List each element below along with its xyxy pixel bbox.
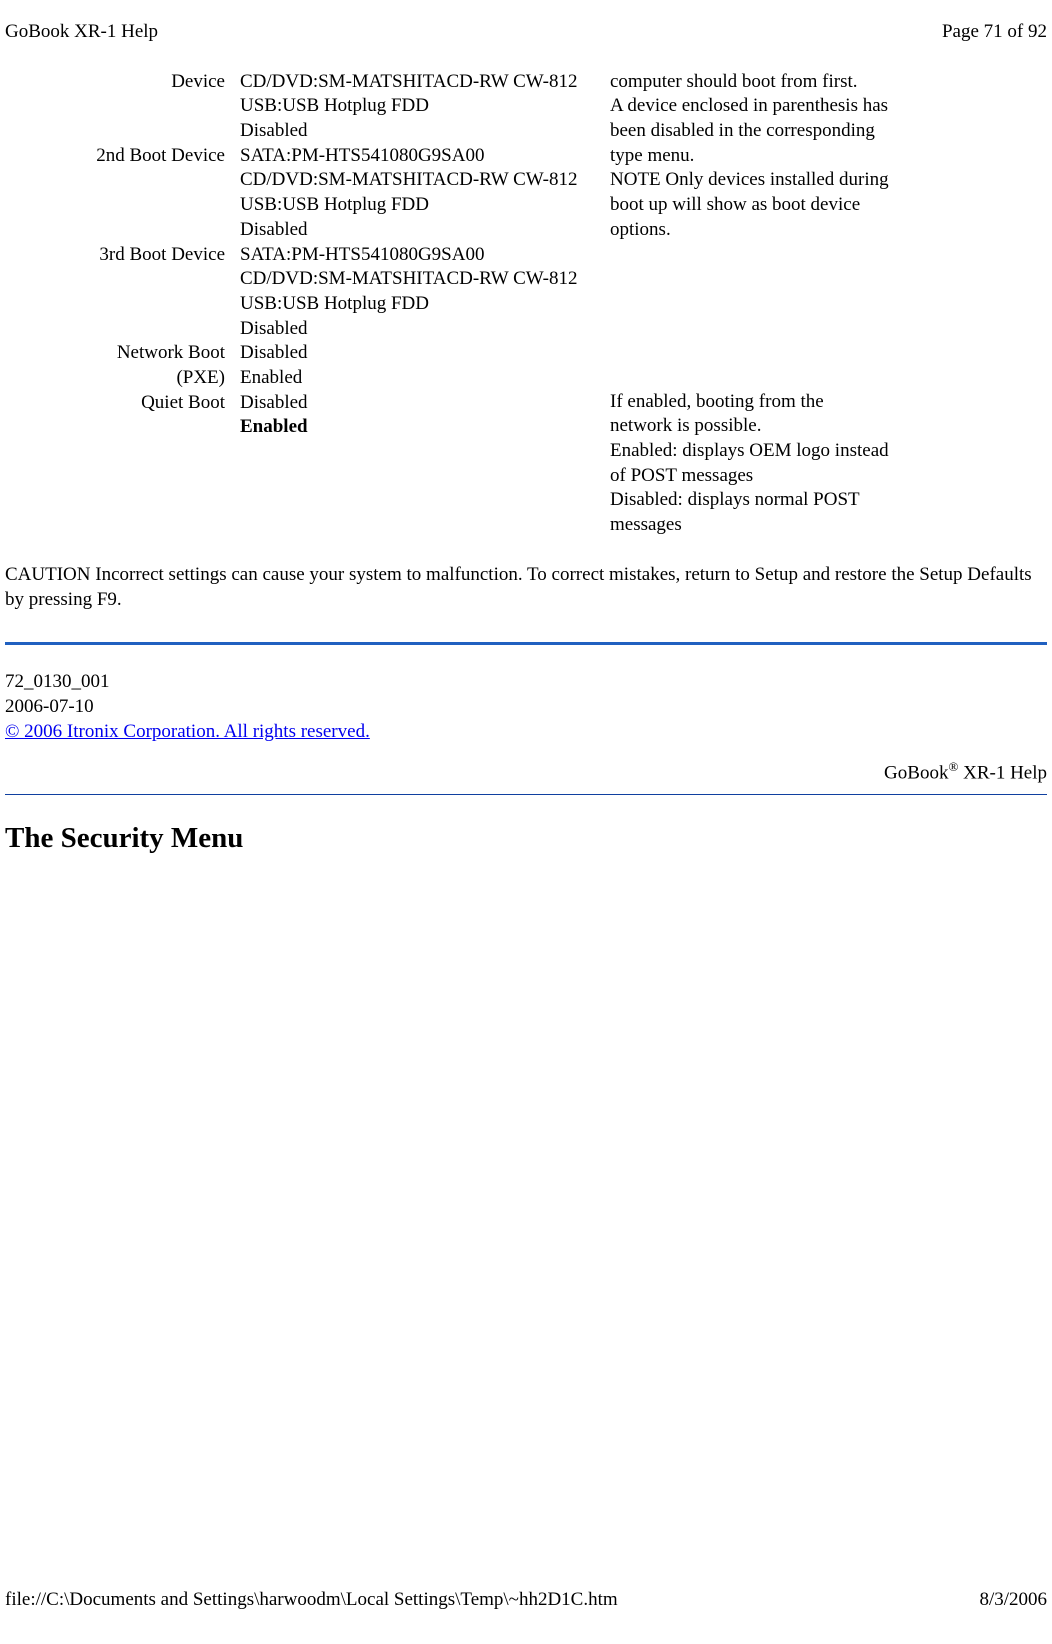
boot-right-0: computer should boot from first. A devic… [610, 70, 890, 390]
boot-row-label-4: Quiet Boot [80, 391, 240, 440]
divider-thin [5, 794, 1047, 795]
brand-suffix: XR-1 Help [958, 763, 1047, 784]
boot-row-label-1: 2nd Boot Device [80, 144, 240, 243]
header-left: GoBook XR-1 Help [5, 20, 158, 45]
boot-row-label-0: Device [80, 70, 240, 144]
divider-thick [5, 642, 1047, 645]
doc-part-number: 72_0130_001 [5, 670, 1047, 695]
boot-row-options-4a: Disabled [240, 392, 308, 413]
brand-prefix: GoBook [884, 763, 948, 784]
brand-reg: ® [948, 759, 958, 774]
header-right: Page 71 of 92 [942, 20, 1047, 45]
section-header: The Security Menu [5, 820, 1047, 858]
boot-row-label-3: Network Boot (PXE) [80, 341, 240, 390]
brand-label: GoBook® XR-1 Help [5, 759, 1047, 786]
footer-left: file://C:\Documents and Settings\harwood… [5, 1588, 618, 1613]
boot-row-options-1: SATA:PM-HTS541080G9SA00 CD/DVD:SM-MATSHI… [240, 144, 590, 243]
boot-row-label-2: 3rd Boot Device [80, 243, 240, 342]
boot-right-1: If enabled, booting from the network is … [610, 390, 890, 439]
boot-row-options-0: CD/DVD:SM-MATSHITACD-RW CW-812 USB:USB H… [240, 70, 590, 144]
footer-right: 8/3/2006 [979, 1588, 1047, 1613]
copyright-link[interactable]: © 2006 Itronix Corporation. All rights r… [5, 721, 370, 742]
boot-row-options-3: Disabled Enabled [240, 341, 590, 390]
caution-text: CAUTION Incorrect settings can cause you… [5, 563, 1047, 612]
boot-row-options-2: SATA:PM-HTS541080G9SA00 CD/DVD:SM-MATSHI… [240, 243, 590, 342]
boot-row-options-4b: Enabled [240, 416, 308, 437]
boot-right-2: Enabled: displays OEM logo instead of PO… [610, 439, 890, 538]
doc-date: 2006-07-10 [5, 695, 1047, 720]
